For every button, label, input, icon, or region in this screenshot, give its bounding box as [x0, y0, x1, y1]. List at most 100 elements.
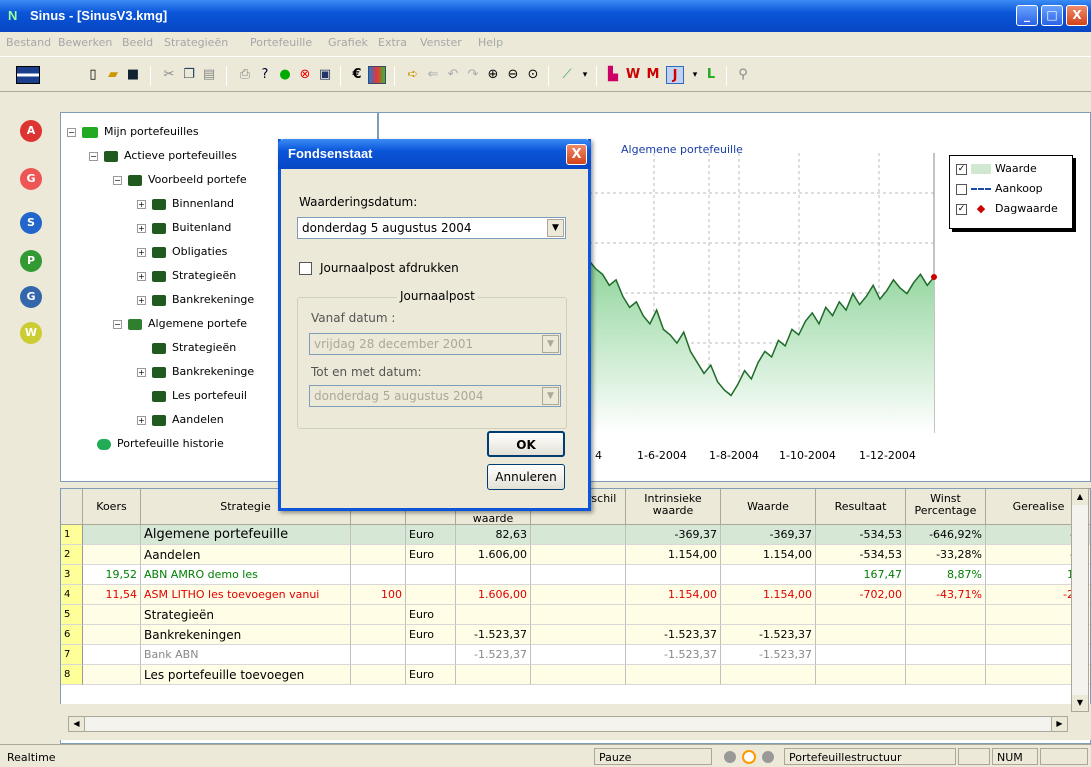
table-cell[interactable]: -534,53: [816, 525, 906, 545]
tree-item-strategieen[interactable]: + Strategieën: [137, 267, 236, 285]
collapse-icon[interactable]: −: [89, 151, 98, 161]
table-cell[interactable]: -534,53: [816, 545, 906, 565]
tree-example[interactable]: − Voorbeeld portefe: [113, 171, 247, 189]
table-cell[interactable]: 19,52: [83, 565, 141, 585]
menu-bewerken[interactable]: Bewerken: [58, 36, 112, 49]
close-button[interactable]: X: [1066, 5, 1088, 26]
chart-weekly-icon[interactable]: W: [624, 66, 642, 84]
zoom-out-icon[interactable]: ⊖: [504, 66, 522, 84]
table-cell[interactable]: -1.523,37: [626, 625, 721, 645]
table-cell[interactable]: 1.154,00: [626, 585, 721, 605]
valuation-date-dropdown[interactable]: donderdag 5 augustus 2004 ▼: [297, 217, 566, 239]
table-cell[interactable]: [351, 645, 406, 665]
print-icon[interactable]: ⎙: [236, 66, 254, 84]
table-cell[interactable]: Les portefeuille toevoegen: [141, 665, 351, 685]
table-cell[interactable]: Euro: [406, 525, 456, 545]
table-cell[interactable]: -1.523,37: [626, 645, 721, 665]
table-cell[interactable]: [816, 605, 906, 625]
properties-icon[interactable]: ▣: [316, 66, 334, 84]
table-cell[interactable]: [83, 665, 141, 685]
table-cell[interactable]: [531, 545, 626, 565]
maximize-button[interactable]: □: [1041, 5, 1063, 26]
table-cell[interactable]: -702,00: [816, 585, 906, 605]
table-cell[interactable]: -646,92%: [906, 525, 986, 545]
table-cell[interactable]: -1.523,37: [456, 625, 531, 645]
table-cell[interactable]: Algemene portefeuille: [141, 525, 351, 545]
table-cell[interactable]: 8,87%: [906, 565, 986, 585]
table-cell[interactable]: 1.154,00: [721, 585, 816, 605]
group-icon[interactable]: G: [20, 286, 42, 308]
dialog-close-button[interactable]: X: [566, 144, 587, 165]
checkbox-waarde[interactable]: ✓: [956, 163, 967, 175]
forward-icon[interactable]: ➪: [404, 66, 422, 84]
menu-beeld[interactable]: Beeld: [122, 36, 153, 49]
row-number[interactable]: 4: [61, 585, 83, 605]
tree-item-les-portefeuille[interactable]: Les portefeuil: [152, 387, 247, 405]
chart-monthly-icon[interactable]: M: [644, 66, 662, 84]
legend-item-waarde[interactable]: ✓ Waarde: [956, 160, 1037, 178]
table-cell[interactable]: -1.523,37: [721, 625, 816, 645]
table-cell[interactable]: Euro: [406, 665, 456, 685]
row-number[interactable]: 7: [61, 645, 83, 665]
table-cell[interactable]: -1.523,37: [456, 645, 531, 665]
table-cell[interactable]: [626, 665, 721, 685]
expand-icon[interactable]: +: [137, 367, 146, 377]
row-number[interactable]: 8: [61, 665, 83, 685]
scroll-down-icon[interactable]: ▼: [1072, 695, 1088, 711]
collapse-icon[interactable]: −: [113, 319, 122, 329]
table-cell[interactable]: 1.154,00: [721, 545, 816, 565]
collapse-icon[interactable]: −: [67, 127, 76, 137]
table-cell[interactable]: [531, 645, 626, 665]
table-cell[interactable]: [626, 605, 721, 625]
copy-icon[interactable]: ❐: [180, 66, 198, 84]
table-cell[interactable]: Bank ABN: [141, 645, 351, 665]
expand-icon[interactable]: +: [137, 247, 146, 257]
table-cell[interactable]: [83, 605, 141, 625]
table-cell[interactable]: [406, 565, 456, 585]
tree-general[interactable]: − Algemene portefe: [113, 315, 247, 333]
row-number[interactable]: 5: [61, 605, 83, 625]
table-cell[interactable]: [626, 565, 721, 585]
table-cell[interactable]: [721, 605, 816, 625]
table-cell[interactable]: Euro: [406, 545, 456, 565]
column-header[interactable]: Waarde: [721, 489, 816, 525]
ok-button[interactable]: OK: [487, 431, 565, 457]
undo-icon[interactable]: ↶: [444, 66, 462, 84]
table-cell[interactable]: [351, 665, 406, 685]
tree-item-bankrekeningen[interactable]: + Bankrekeninge: [137, 291, 254, 309]
table-cell[interactable]: 1.154,00: [626, 545, 721, 565]
new-document-icon[interactable]: ▯: [84, 66, 102, 84]
menu-bestand[interactable]: Bestand: [6, 36, 51, 49]
table-cell[interactable]: -369,37: [721, 525, 816, 545]
journal-checkbox-row[interactable]: Journaalpost afdrukken: [299, 261, 459, 275]
table-cell[interactable]: [83, 525, 141, 545]
column-header[interactable]: Koers: [83, 489, 141, 525]
table-cell[interactable]: [816, 645, 906, 665]
table-cell[interactable]: [816, 625, 906, 645]
chart-type-icon[interactable]: ⟋: [558, 66, 576, 84]
zoom-fit-icon[interactable]: ⊙: [524, 66, 542, 84]
table-cell[interactable]: 167,47: [816, 565, 906, 585]
legend-item-aankoop[interactable]: Aankoop: [956, 180, 1043, 198]
menu-portefeuille[interactable]: Portefeuille: [250, 36, 312, 49]
column-header[interactable]: Winst Percentage: [906, 489, 986, 525]
table-cell[interactable]: [406, 645, 456, 665]
table-cell[interactable]: -369,37: [626, 525, 721, 545]
menu-grafiek[interactable]: Grafiek: [328, 36, 368, 49]
horizontal-scrollbar[interactable]: ◀ ▶: [68, 716, 1068, 732]
table-cell[interactable]: [456, 665, 531, 685]
expand-icon[interactable]: +: [137, 415, 146, 425]
table-cell[interactable]: [531, 525, 626, 545]
vertical-scrollbar[interactable]: ▲ ▼: [1071, 488, 1089, 712]
refresh-icon[interactable]: G: [20, 168, 42, 190]
tree-item-bankrekeningen-2[interactable]: + Bankrekeninge: [137, 363, 254, 381]
chart-color-icon[interactable]: [368, 66, 386, 84]
table-cell[interactable]: [456, 565, 531, 585]
tree-root[interactable]: − Mijn portefeuilles: [67, 123, 199, 141]
column-header[interactable]: Resultaat: [816, 489, 906, 525]
table-cell[interactable]: [531, 625, 626, 645]
table-cell[interactable]: [351, 625, 406, 645]
tree-item-binnenland[interactable]: + Binnenland: [137, 195, 234, 213]
chart-yearly-icon[interactable]: J: [666, 66, 684, 84]
redo-icon[interactable]: ↷: [464, 66, 482, 84]
